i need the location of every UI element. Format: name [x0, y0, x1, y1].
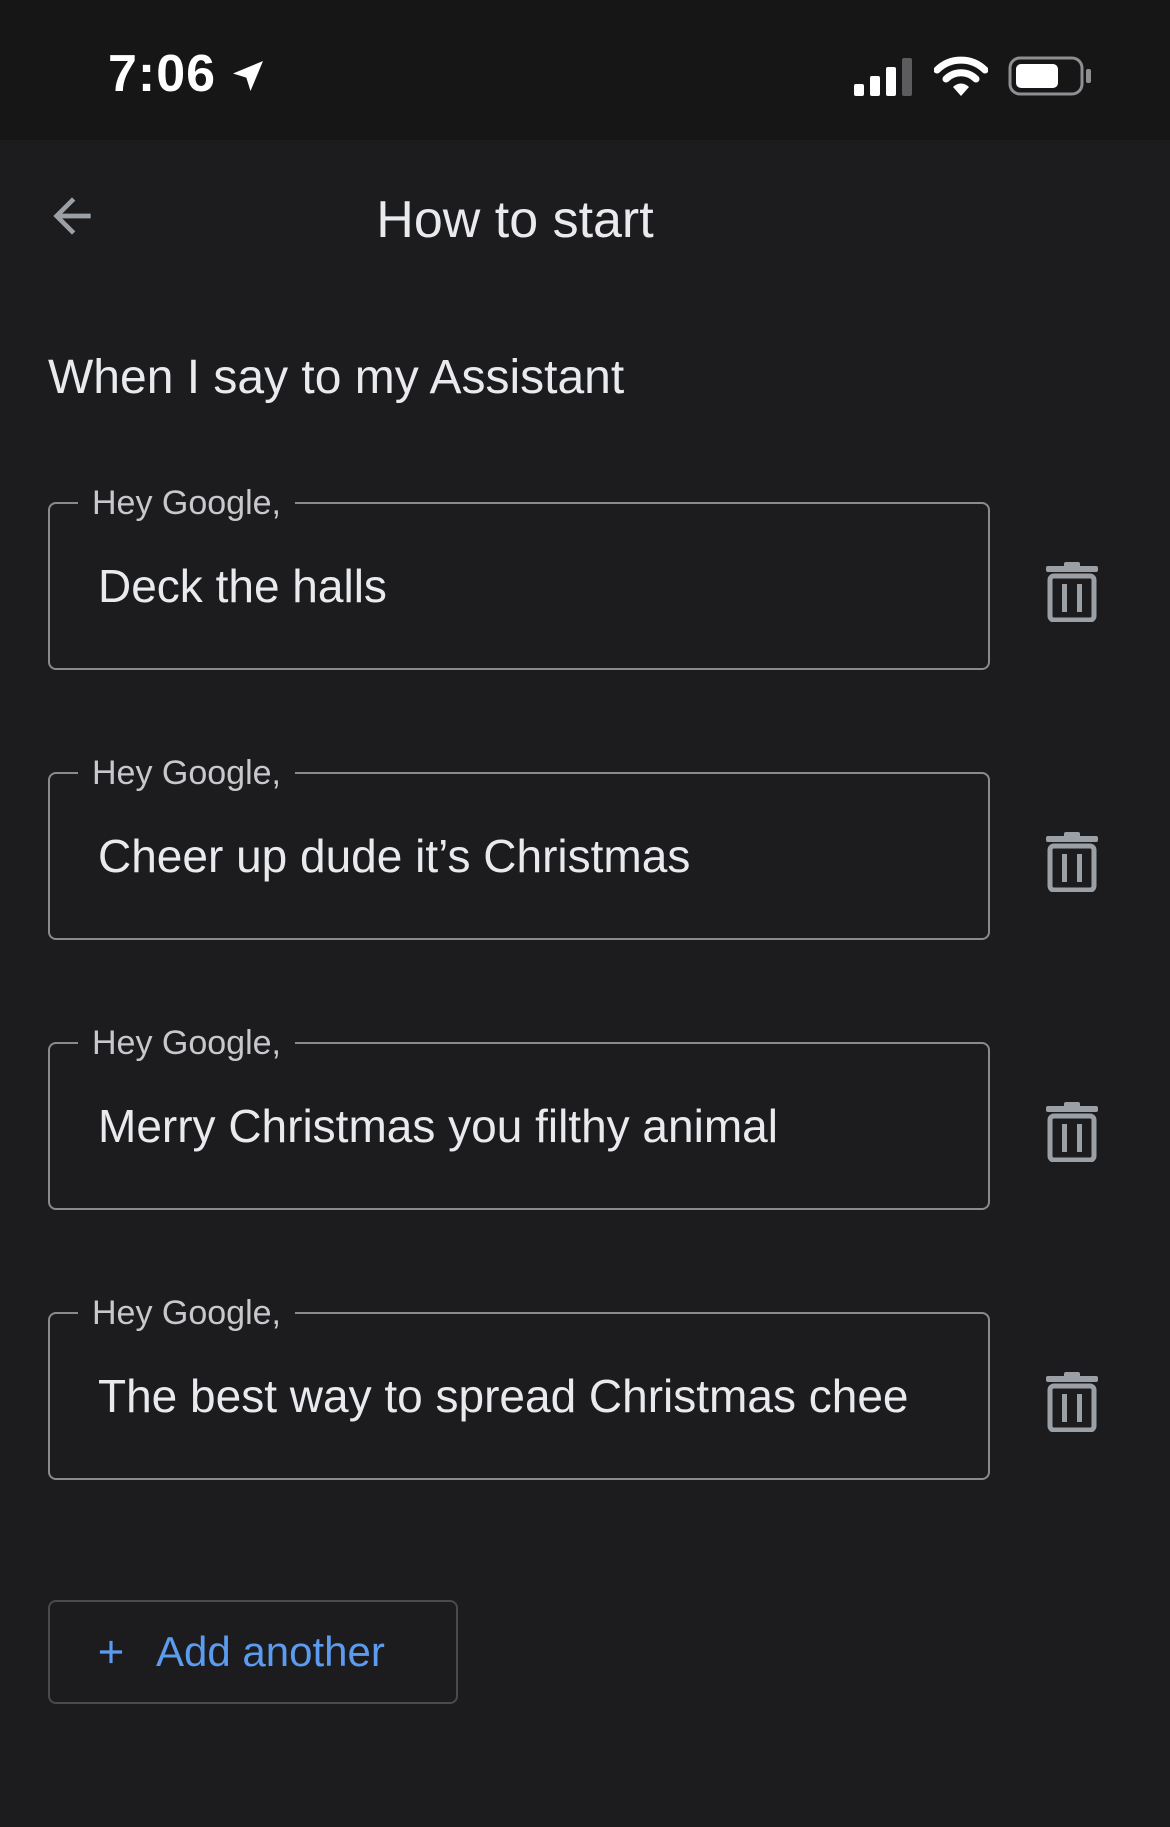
section-heading: When I say to my Assistant [48, 351, 625, 404]
phrase-input-value[interactable]: Deck the halls [98, 558, 940, 614]
phrase-input-value[interactable]: Cheer up dude it’s Christmas [98, 828, 940, 884]
plus-icon [90, 1631, 132, 1673]
add-another-button[interactable]: Add another [48, 1600, 458, 1704]
cellular-signal-icon [854, 58, 916, 101]
delete-phrase-button[interactable] [1032, 554, 1112, 634]
wifi-icon [933, 56, 989, 101]
battery-icon [1008, 56, 1092, 101]
app-header: How to start [0, 140, 1170, 310]
phrase-input[interactable]: Hey Google, Merry Christmas you filthy a… [48, 1022, 990, 1210]
location-arrow-icon [228, 56, 268, 101]
phrase-field-label: Hey Google, [78, 1292, 295, 1334]
phrase-input[interactable]: Hey Google, Deck the halls [48, 482, 990, 670]
phrase-field-label: Hey Google, [78, 1022, 295, 1064]
phrase-input[interactable]: Hey Google, Cheer up dude it’s Christmas [48, 752, 990, 940]
phrase-row: Hey Google, Deck the halls [48, 482, 1168, 670]
status-bar: 7:06 [0, 0, 1170, 140]
delete-phrase-button[interactable] [1032, 1094, 1112, 1174]
trash-icon [1044, 1371, 1100, 1437]
phrase-field-label: Hey Google, [78, 752, 295, 794]
trash-icon [1044, 831, 1100, 897]
phrase-row: Hey Google, The best way to spread Chris… [48, 1292, 1168, 1480]
phrase-row: Hey Google, Cheer up dude it’s Christmas [48, 752, 1168, 940]
trash-icon [1044, 561, 1100, 627]
add-another-label: Add another [156, 1628, 385, 1675]
status-time: 7:06 [108, 45, 217, 103]
delete-phrase-button[interactable] [1032, 824, 1112, 904]
page-title: How to start [376, 191, 654, 249]
phrase-field-label: Hey Google, [78, 482, 295, 524]
phrase-row: Hey Google, Merry Christmas you filthy a… [48, 1022, 1168, 1210]
delete-phrase-button[interactable] [1032, 1364, 1112, 1444]
trash-icon [1044, 1101, 1100, 1167]
phrase-input-value[interactable]: The best way to spread Christmas chee [98, 1368, 940, 1424]
phrase-input-value[interactable]: Merry Christmas you filthy animal [98, 1098, 940, 1154]
phrase-input[interactable]: Hey Google, The best way to spread Chris… [48, 1292, 990, 1480]
